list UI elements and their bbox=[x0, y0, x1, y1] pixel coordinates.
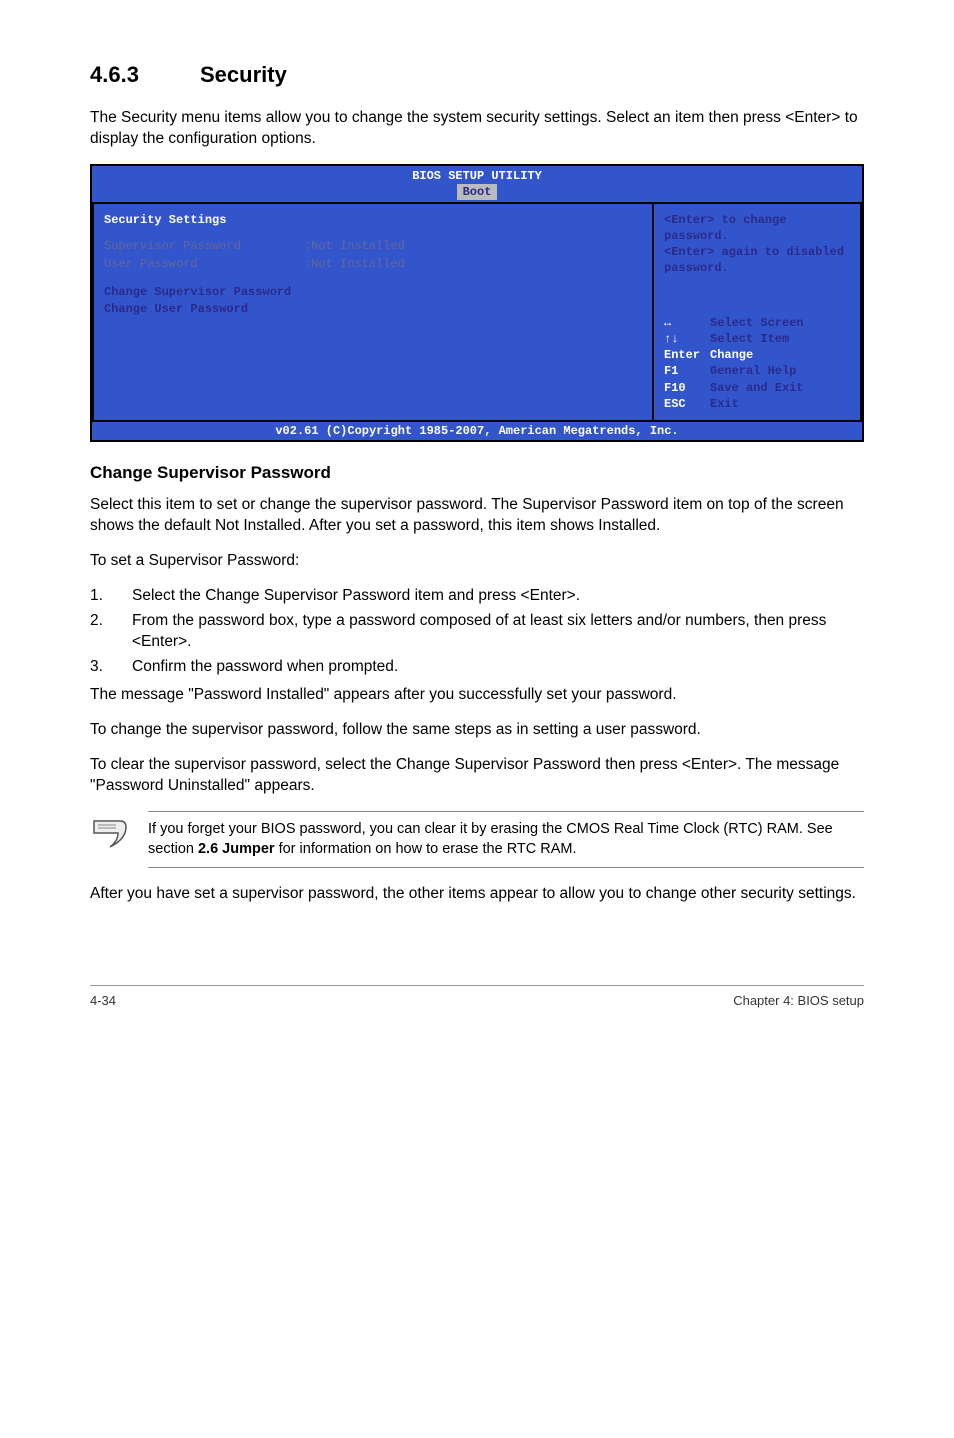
list-item: 1.Select the Change Supervisor Password … bbox=[90, 586, 864, 607]
bios-nav-block: ↔Select Screen ↑↓Select Item EnterChange… bbox=[664, 315, 850, 412]
bios-footer: v02.61 (C)Copyright 1985-2007, American … bbox=[92, 422, 862, 440]
bios-tab-row: Boot bbox=[92, 184, 862, 202]
list-item: 3.Confirm the password when prompted. bbox=[90, 657, 864, 678]
bios-nav-key: F10 bbox=[664, 380, 710, 396]
section-number: 4.6.3 bbox=[90, 60, 200, 90]
note-text-after: for information on how to erase the RTC … bbox=[275, 841, 577, 857]
note-icon bbox=[90, 811, 148, 858]
bios-nav-label: General Help bbox=[710, 364, 796, 378]
bios-nav-label: Select Screen bbox=[710, 316, 804, 330]
section-title: Security bbox=[200, 62, 287, 87]
bios-row-label: User Password bbox=[104, 256, 304, 272]
steps-list: 1.Select the Change Supervisor Password … bbox=[90, 586, 864, 678]
paragraph: To change the supervisor password, follo… bbox=[90, 720, 864, 741]
step-number: 1. bbox=[90, 586, 132, 607]
bios-nav-label: Exit bbox=[710, 397, 739, 411]
intro-paragraph: The Security menu items allow you to cha… bbox=[90, 108, 864, 150]
paragraph: After you have set a supervisor password… bbox=[90, 884, 864, 905]
bios-row-value: :Not Installed bbox=[304, 257, 405, 271]
bios-left-heading: Security Settings bbox=[104, 212, 642, 228]
subheading-change-supervisor: Change Supervisor Password bbox=[90, 462, 864, 485]
bios-nav-label: Change bbox=[710, 348, 753, 362]
bios-nav-line: F1General Help bbox=[664, 363, 850, 379]
note-bold: 2.6 Jumper bbox=[198, 841, 275, 857]
bios-nav-line: EnterChange bbox=[664, 347, 850, 363]
section-heading: 4.6.3Security bbox=[90, 60, 864, 90]
bios-help-text: <Enter> to change password. <Enter> agai… bbox=[664, 212, 850, 277]
bios-nav-line: ↔Select Screen bbox=[664, 315, 850, 331]
bios-row-user: User Password:Not Installed bbox=[104, 256, 642, 272]
bios-help-line: <Enter> again to disabled password. bbox=[664, 244, 850, 276]
note-block: If you forget your BIOS password, you ca… bbox=[90, 811, 864, 868]
list-item: 2.From the password box, type a password… bbox=[90, 611, 864, 653]
paragraph: Select this item to set or change the su… bbox=[90, 495, 864, 537]
paragraph: The message "Password Installed" appears… bbox=[90, 685, 864, 706]
bios-nav-line: F10Save and Exit bbox=[664, 380, 850, 396]
arrow-lr-icon: ↔ bbox=[664, 315, 710, 331]
bios-right-panel: <Enter> to change password. <Enter> agai… bbox=[652, 202, 862, 422]
bios-tab-boot: Boot bbox=[457, 184, 498, 200]
bios-nav-key: Enter bbox=[664, 347, 710, 363]
step-number: 2. bbox=[90, 611, 132, 653]
paragraph: To clear the supervisor password, select… bbox=[90, 755, 864, 797]
bios-title: BIOS SETUP UTILITY bbox=[92, 166, 862, 184]
bios-screenshot: BIOS SETUP UTILITY Boot Security Setting… bbox=[90, 164, 864, 443]
bios-item-change-user: Change User Password bbox=[104, 301, 642, 317]
bios-nav-line: ESCExit bbox=[664, 396, 850, 412]
bios-nav-label: Save and Exit bbox=[710, 381, 804, 395]
bios-left-panel: Security Settings Supervisor Password:No… bbox=[92, 202, 652, 422]
bios-row-supervisor: Supervisor Password:Not Installed bbox=[104, 238, 642, 254]
note-text: If you forget your BIOS password, you ca… bbox=[148, 811, 864, 868]
bios-item-change-supervisor: Change Supervisor Password bbox=[104, 284, 642, 300]
bios-nav-key: F1 bbox=[664, 363, 710, 379]
paragraph: To set a Supervisor Password: bbox=[90, 551, 864, 572]
step-text: From the password box, type a password c… bbox=[132, 611, 864, 653]
chapter-label: Chapter 4: BIOS setup bbox=[733, 992, 864, 1010]
bios-row-label: Supervisor Password bbox=[104, 238, 304, 254]
page-footer: 4-34 Chapter 4: BIOS setup bbox=[90, 985, 864, 1010]
bios-help-line: <Enter> to change password. bbox=[664, 212, 850, 244]
bios-nav-label: Select Item bbox=[710, 332, 789, 346]
arrow-ud-icon: ↑↓ bbox=[664, 331, 710, 347]
step-number: 3. bbox=[90, 657, 132, 678]
bios-nav-line: ↑↓Select Item bbox=[664, 331, 850, 347]
bios-nav-key: ESC bbox=[664, 396, 710, 412]
bios-row-value: :Not Installed bbox=[304, 239, 405, 253]
page-number: 4-34 bbox=[90, 992, 116, 1010]
step-text: Select the Change Supervisor Password it… bbox=[132, 586, 864, 607]
step-text: Confirm the password when prompted. bbox=[132, 657, 864, 678]
